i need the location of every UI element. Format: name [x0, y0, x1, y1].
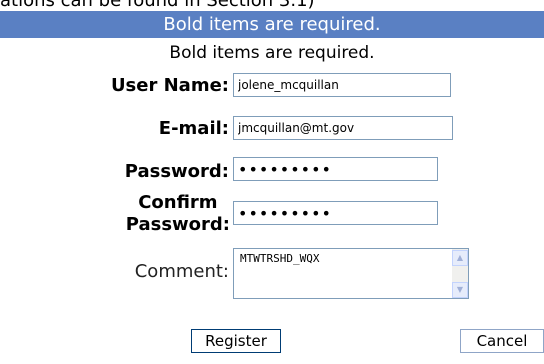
password-label: Password: — [124, 161, 229, 182]
confirm-password-label-line1: Confirm — [138, 192, 218, 213]
confirm-password-label-line2: Password: — [125, 214, 230, 235]
password-input[interactable] — [233, 157, 438, 181]
username-input[interactable] — [233, 73, 451, 97]
comment-label: Comment: — [134, 261, 229, 282]
username-label: User Name: — [110, 75, 229, 96]
comment-scrollbar[interactable]: ▲ ▼ — [452, 249, 468, 298]
cancel-button[interactable]: Cancel — [460, 329, 544, 353]
register-button[interactable]: Register — [191, 329, 281, 353]
form-header: Bold items are required. — [0, 11, 544, 38]
section-reference-text: ations can be found in Section 3.1) — [0, 0, 315, 11]
scroll-down-arrow-icon[interactable]: ▼ — [452, 282, 468, 298]
confirm-password-label: Confirm Password: — [126, 192, 230, 236]
required-note: Bold items are required. — [169, 43, 375, 63]
confirm-password-input[interactable] — [233, 201, 438, 225]
email-label: E-mail: — [158, 118, 229, 139]
email-input[interactable] — [233, 116, 453, 140]
comment-textarea[interactable]: MTWTRSHD_WQX ▲ ▼ — [233, 248, 469, 299]
comment-text: MTWTRSHD_WQX — [240, 252, 320, 265]
scroll-up-arrow-icon[interactable]: ▲ — [452, 250, 468, 266]
